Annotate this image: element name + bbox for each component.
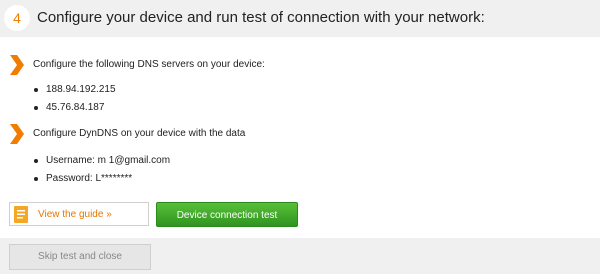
chevron-right-icon bbox=[10, 124, 24, 144]
dyndns-section-label: Configure DynDNS on your device with the… bbox=[33, 128, 246, 139]
dns-server-item: 188.94.192.215 bbox=[33, 81, 116, 99]
dns-section-heading: Configure the following DNS servers on y… bbox=[0, 55, 600, 75]
step-header: 4 Configure your device and run test of … bbox=[0, 0, 600, 37]
dyndns-section-heading: Configure DynDNS on your device with the… bbox=[0, 124, 600, 144]
dyndns-credentials-list: Username: m 1@gmail.com Password: L*****… bbox=[33, 152, 170, 188]
view-guide-button[interactable]: View the guide » bbox=[9, 202, 149, 226]
view-guide-label: View the guide » bbox=[38, 209, 112, 220]
document-icon bbox=[14, 206, 28, 223]
device-connection-test-button[interactable]: Device connection test bbox=[156, 202, 298, 227]
dns-server-list: 188.94.192.215 45.76.84.187 bbox=[33, 81, 116, 117]
dyndns-username: Username: m 1@gmail.com bbox=[33, 152, 170, 170]
step-number-badge: 4 bbox=[4, 5, 30, 31]
footer-bar: Skip test and close bbox=[0, 238, 600, 274]
step-title: Configure your device and run test of co… bbox=[37, 9, 485, 26]
skip-test-button[interactable]: Skip test and close bbox=[9, 244, 151, 270]
dyndns-password: Password: L******** bbox=[33, 170, 170, 188]
chevron-right-icon bbox=[10, 55, 24, 75]
dns-server-item: 45.76.84.187 bbox=[33, 99, 116, 117]
dns-section-label: Configure the following DNS servers on y… bbox=[33, 59, 265, 70]
